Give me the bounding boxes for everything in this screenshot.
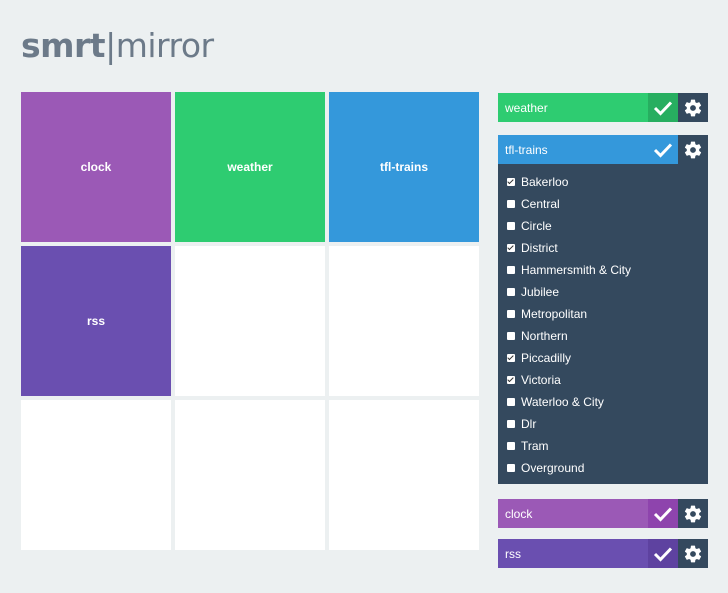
check-icon (653, 142, 673, 158)
gear-icon (684, 141, 702, 158)
grid-tile-rss[interactable]: rss (21, 246, 171, 396)
module-header: clock (498, 499, 708, 528)
tile-label: weather (227, 160, 273, 174)
line-label: District (521, 241, 558, 255)
module-clock: clock (498, 499, 708, 528)
module-weather: weather (498, 93, 708, 122)
module-header: tfl-trains (498, 135, 708, 164)
tfl-line-item[interactable]: District (507, 237, 708, 259)
line-checkbox[interactable] (507, 178, 515, 186)
line-checkbox[interactable] (507, 354, 515, 362)
settings-button[interactable] (678, 539, 708, 568)
tfl-line-item[interactable]: Victoria (507, 369, 708, 391)
line-label: Metropolitan (521, 307, 588, 321)
logo-smrt: smrt (21, 26, 106, 65)
layout-grid: clock weather tfl-trains rss (21, 92, 479, 550)
line-label: Circle (521, 219, 552, 233)
check-icon (653, 100, 673, 116)
line-label: Central (521, 197, 560, 211)
grid-tile-tfl-trains[interactable]: tfl-trains (329, 92, 479, 242)
line-checkbox[interactable] (507, 288, 515, 296)
module-rss: rss (498, 539, 708, 568)
module-name: clock (505, 506, 533, 521)
line-checkbox[interactable] (507, 376, 515, 384)
tfl-line-item[interactable]: Circle (507, 215, 708, 237)
settings-button[interactable] (678, 499, 708, 528)
app-logo: smrt|mirror (21, 26, 214, 66)
tile-label: tfl-trains (380, 160, 428, 174)
grid-tile-empty[interactable] (329, 400, 479, 550)
tfl-line-item[interactable]: Overground (507, 457, 708, 479)
module-header: rss (498, 539, 708, 568)
tfl-line-item[interactable]: Bakerloo (507, 171, 708, 193)
gear-icon (684, 505, 702, 522)
logo-separator: | (105, 26, 116, 65)
logo-mirror: mirror (115, 26, 214, 65)
line-checkbox[interactable] (507, 266, 515, 274)
settings-button[interactable] (678, 93, 708, 122)
gear-icon (684, 545, 702, 562)
check-icon (653, 546, 673, 562)
settings-button[interactable] (678, 135, 708, 164)
grid-tile-empty[interactable] (175, 246, 325, 396)
line-checkbox[interactable] (507, 332, 515, 340)
line-label: Waterloo & City (521, 395, 604, 409)
line-checkbox[interactable] (507, 442, 515, 450)
tile-label: clock (80, 160, 112, 174)
module-name: rss (505, 546, 521, 561)
line-checkbox[interactable] (507, 464, 515, 472)
line-checkbox[interactable] (507, 310, 515, 318)
confirm-button[interactable] (648, 499, 678, 528)
line-label: Dlr (521, 417, 537, 431)
line-checkbox[interactable] (507, 200, 515, 208)
tfl-line-item[interactable]: Jubilee (507, 281, 708, 303)
tfl-line-item[interactable]: Hammersmith & City (507, 259, 708, 281)
confirm-button[interactable] (648, 539, 678, 568)
grid-tile-weather[interactable]: weather (175, 92, 325, 242)
module-tfl-trains: tfl-trains Bakerloo Central Circle District… (498, 135, 708, 484)
line-label: Bakerloo (521, 175, 569, 189)
tile-label: rss (86, 314, 106, 328)
line-checkbox[interactable] (507, 244, 515, 252)
line-label: Northern (521, 329, 568, 343)
module-name: weather (505, 100, 548, 115)
line-label: Piccadilly (521, 351, 572, 365)
tfl-line-item[interactable]: Northern (507, 325, 708, 347)
module-header: weather (498, 93, 708, 122)
check-icon (653, 506, 673, 522)
confirm-button[interactable] (648, 135, 678, 164)
grid-tile-clock[interactable]: clock (21, 92, 171, 242)
tfl-line-list: Bakerloo Central Circle District Hammersmith… (498, 164, 708, 484)
grid-tile-empty[interactable] (175, 400, 325, 550)
line-label: Jubilee (521, 285, 560, 299)
tfl-line-item[interactable]: Piccadilly (507, 347, 708, 369)
grid-tile-empty[interactable] (329, 246, 479, 396)
gear-icon (684, 99, 702, 116)
line-checkbox[interactable] (507, 398, 515, 406)
line-label: Victoria (521, 373, 561, 387)
module-name: tfl-trains (505, 142, 548, 157)
tfl-line-item[interactable]: Central (507, 193, 708, 215)
tfl-line-item[interactable]: Dlr (507, 413, 708, 435)
tfl-line-item[interactable]: Tram (507, 435, 708, 457)
line-checkbox[interactable] (507, 420, 515, 428)
line-label: Hammersmith & City (521, 263, 632, 277)
tfl-line-item[interactable]: Metropolitan (507, 303, 708, 325)
grid-tile-empty[interactable] (21, 400, 171, 550)
line-label: Overground (521, 461, 585, 475)
confirm-button[interactable] (648, 93, 678, 122)
tfl-line-item[interactable]: Waterloo & City (507, 391, 708, 413)
line-checkbox[interactable] (507, 222, 515, 230)
line-label: Tram (521, 439, 549, 453)
